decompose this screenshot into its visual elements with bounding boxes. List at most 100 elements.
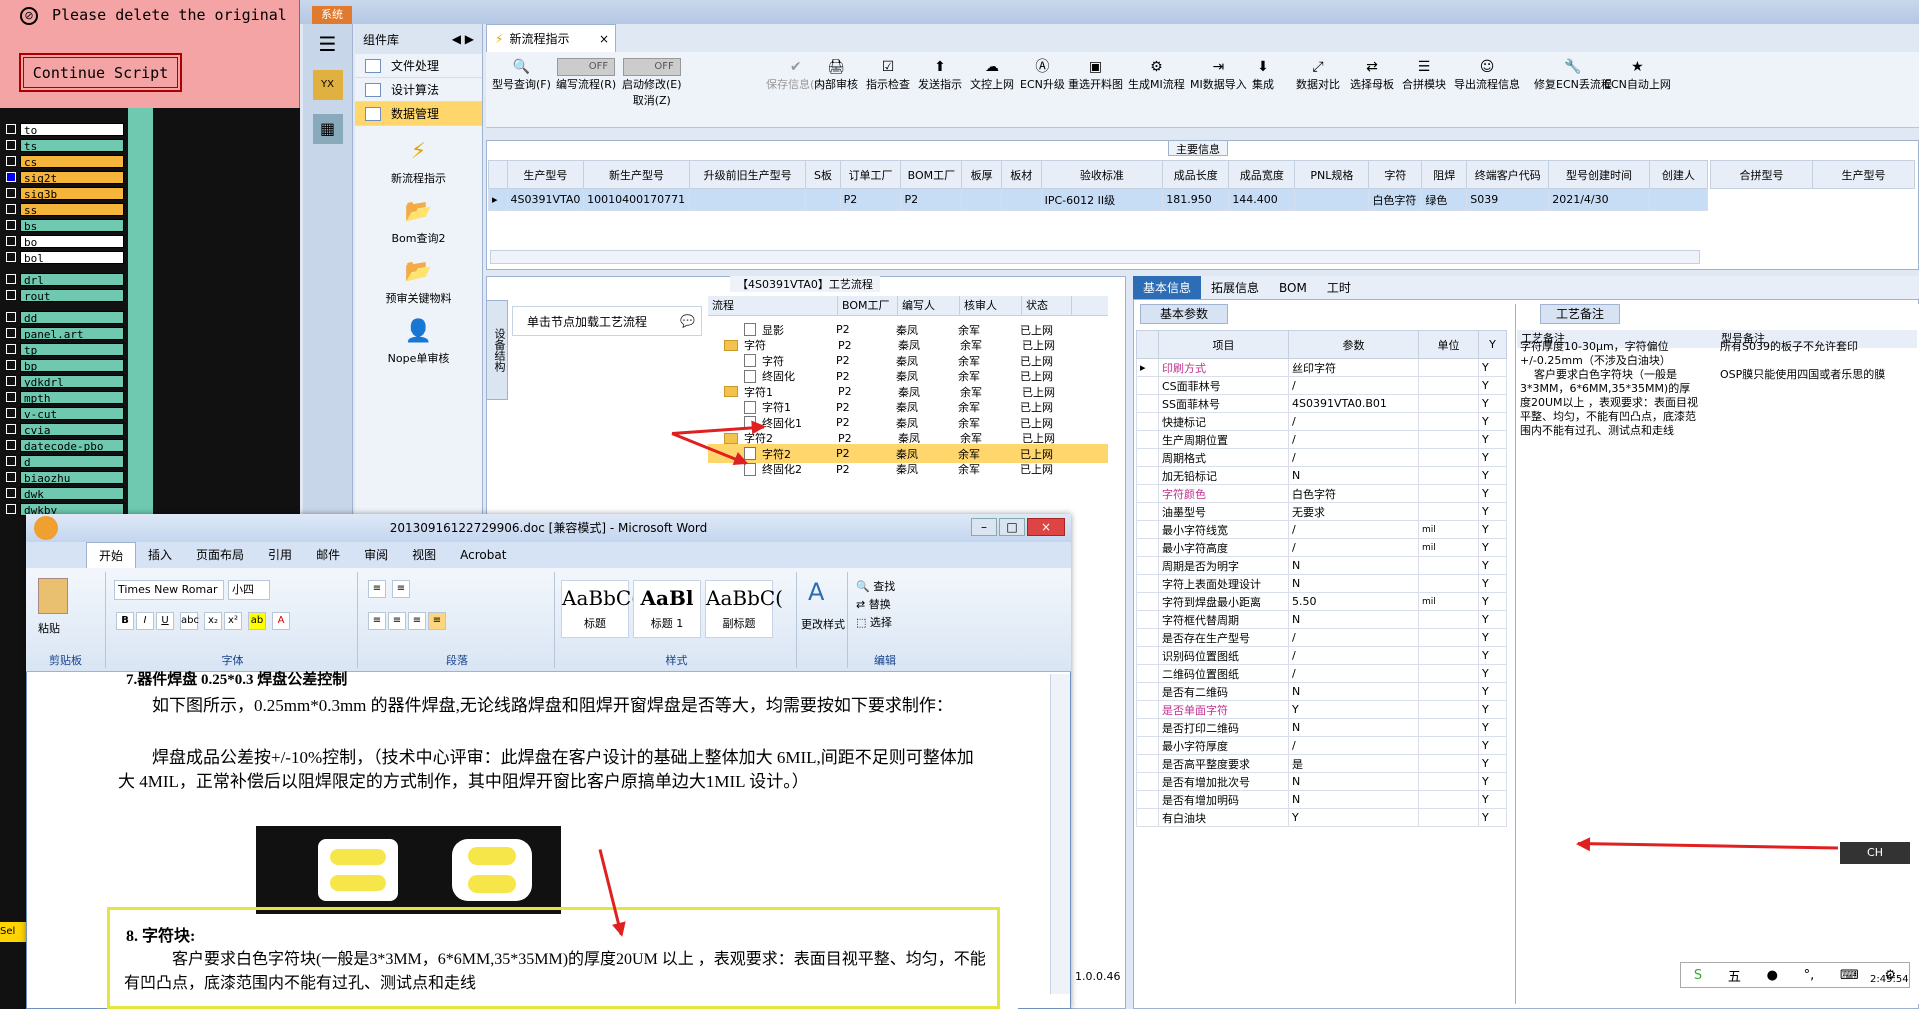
detail-tab[interactable]: 工时	[1317, 276, 1361, 299]
param-row[interactable]: 最小字符厚度 / Y	[1136, 736, 1507, 755]
style-title[interactable]: AaBbC(标题	[561, 580, 639, 638]
layer-checkbox[interactable]	[6, 220, 16, 230]
detail-tab[interactable]: 拓展信息	[1201, 276, 1269, 299]
layer-row[interactable]: datecode-pbo	[6, 438, 124, 453]
maximize-icon[interactable]: □	[999, 518, 1025, 536]
layer-checkbox[interactable]	[6, 312, 16, 322]
word-tab[interactable]: 页面布局	[184, 542, 256, 568]
param-value[interactable]: /	[1288, 538, 1419, 557]
tab-new-process[interactable]: ⚡ 新流程指示 ×	[486, 24, 616, 52]
param-value[interactable]: 5.50	[1288, 592, 1419, 611]
layer-name[interactable]: mpth	[20, 390, 124, 405]
layer-checkbox[interactable]	[6, 204, 16, 214]
toolbar-button[interactable]: ⇄ 选择母板	[1350, 58, 1394, 92]
table-cell[interactable]: P2	[900, 188, 963, 211]
param-value[interactable]: /	[1288, 430, 1419, 449]
close-icon[interactable]: ×	[1027, 518, 1065, 536]
align-right-button[interactable]: ≡	[408, 612, 426, 630]
layer-name[interactable]: bp	[20, 358, 124, 373]
word-tab[interactable]: 邮件	[304, 542, 352, 568]
param-row[interactable]: 字符框代替周期 N Y	[1136, 610, 1507, 629]
param-value[interactable]: N	[1288, 556, 1419, 575]
param-row[interactable]: 是否有增加批次号 N Y	[1136, 772, 1507, 791]
layer-name[interactable]: datecode-pbo	[20, 438, 124, 453]
param-value[interactable]: /	[1288, 520, 1419, 539]
layer-checkbox[interactable]	[6, 140, 16, 150]
layer-row[interactable]: mpth	[6, 390, 124, 405]
col-header[interactable]: S板	[805, 160, 841, 189]
table-cell[interactable]: 4S0391VTA0	[506, 188, 585, 211]
tool-new-process[interactable]: ⚡ 新流程指示	[355, 138, 482, 186]
table-cell[interactable]	[688, 188, 807, 211]
col-header[interactable]: 型号创建时间	[1548, 160, 1650, 189]
layer-checkbox[interactable]	[6, 456, 16, 466]
close-icon[interactable]: ×	[599, 32, 609, 46]
param-flag[interactable]: Y	[1478, 538, 1507, 557]
toolbar-button[interactable]: 🔍 型号查询(F)	[492, 58, 551, 92]
layer-name[interactable]: dd	[20, 310, 124, 325]
param-value[interactable]: Y	[1288, 700, 1419, 719]
param-row[interactable]: 油墨型号 无要求 Y	[1136, 502, 1507, 521]
word-tab[interactable]: 审阅	[352, 542, 400, 568]
toolbar-button[interactable]: ☰ 合拼模块	[1402, 58, 1446, 92]
param-flag[interactable]: Y	[1478, 412, 1507, 431]
toolbar-button[interactable]: ⬇ 集成	[1252, 58, 1274, 92]
table-cell[interactable]: S039	[1466, 188, 1550, 211]
param-flag[interactable]: Y	[1478, 646, 1507, 665]
replace-button[interactable]: ⇄ 替换	[856, 596, 891, 612]
select-button[interactable]: ⬚ 选择	[856, 614, 892, 630]
table-cell[interactable]	[961, 188, 1002, 211]
change-style-icon[interactable]: A	[808, 578, 824, 606]
param-row[interactable]: 加无铅标记 N Y	[1136, 466, 1507, 485]
param-row[interactable]: 字符到焊盘最小距离 5.50 mil Y	[1136, 592, 1507, 611]
word-tab[interactable]: 开始	[86, 542, 137, 568]
layer-row[interactable]: bol	[6, 250, 124, 265]
param-flag[interactable]: Y	[1478, 610, 1507, 629]
change-style-label[interactable]: 更改样式	[798, 616, 848, 632]
param-flag[interactable]: Y	[1478, 448, 1507, 467]
param-row[interactable]: 最小字符线宽 / mil Y	[1136, 520, 1507, 539]
toolbar-button[interactable]: ☁ 文控上网	[970, 58, 1014, 92]
param-flag[interactable]: Y	[1478, 628, 1507, 647]
param-flag[interactable]: Y	[1478, 430, 1507, 449]
load-process-hint[interactable]: 单击节点加载工艺流程 💬	[512, 306, 702, 336]
numbering-button[interactable]: ≡	[392, 580, 410, 598]
toggle-write[interactable]: OFF	[557, 58, 616, 76]
merge-col-header[interactable]: 生产型号	[1812, 160, 1915, 189]
layer-row[interactable]: dwk	[6, 486, 124, 501]
param-value[interactable]: 是	[1288, 754, 1419, 773]
table-cell[interactable]: P2	[839, 188, 902, 211]
font-size-select[interactable]: 小四	[228, 580, 270, 600]
underline-button[interactable]: U	[156, 612, 174, 630]
layer-row[interactable]: panel.art	[6, 326, 124, 341]
layer-row[interactable]: rout	[6, 288, 124, 303]
param-row[interactable]: 二维码位置图纸 / Y	[1136, 664, 1507, 683]
param-value[interactable]: /	[1288, 664, 1419, 683]
word-tab[interactable]: 插入	[136, 542, 184, 568]
device-structure-tab[interactable]: 设备结构	[486, 300, 508, 400]
subscript-button[interactable]: x₂	[204, 612, 222, 630]
param-row[interactable]: 最小字符高度 / mil Y	[1136, 538, 1507, 557]
param-row[interactable]: 是否存在生产型号 / Y	[1136, 628, 1507, 647]
minimize-icon[interactable]: –	[971, 518, 997, 536]
param-value[interactable]: /	[1288, 376, 1419, 395]
col-header[interactable]: PNL规格	[1294, 160, 1370, 189]
param-flag[interactable]: Y	[1478, 376, 1507, 395]
layer-row[interactable]: sig2t	[6, 170, 124, 185]
layer-checkbox[interactable]	[6, 488, 16, 498]
col-header[interactable]: 新生产型号	[583, 160, 690, 189]
param-flag[interactable]: Y	[1478, 466, 1507, 485]
col-header[interactable]: BOM工厂	[900, 160, 963, 189]
layer-row[interactable]: ss	[6, 202, 124, 217]
param-flag[interactable]: Y	[1478, 808, 1507, 827]
param-value[interactable]: N	[1288, 682, 1419, 701]
layer-checkbox[interactable]	[6, 376, 16, 386]
style-subtitle[interactable]: AaBbC(副标题	[705, 580, 783, 638]
col-header[interactable]: 字符	[1368, 160, 1423, 189]
table-cell[interactable]	[1294, 188, 1370, 211]
param-row[interactable]: SS面菲林号 4S0391VTA0.B01 Y	[1136, 394, 1507, 413]
param-flag[interactable]: Y	[1478, 358, 1507, 377]
param-row[interactable]: 是否高平整度要求是 Y	[1136, 754, 1507, 773]
col-header[interactable]: 成品宽度	[1228, 160, 1296, 189]
bullets-button[interactable]: ≡	[368, 580, 386, 598]
